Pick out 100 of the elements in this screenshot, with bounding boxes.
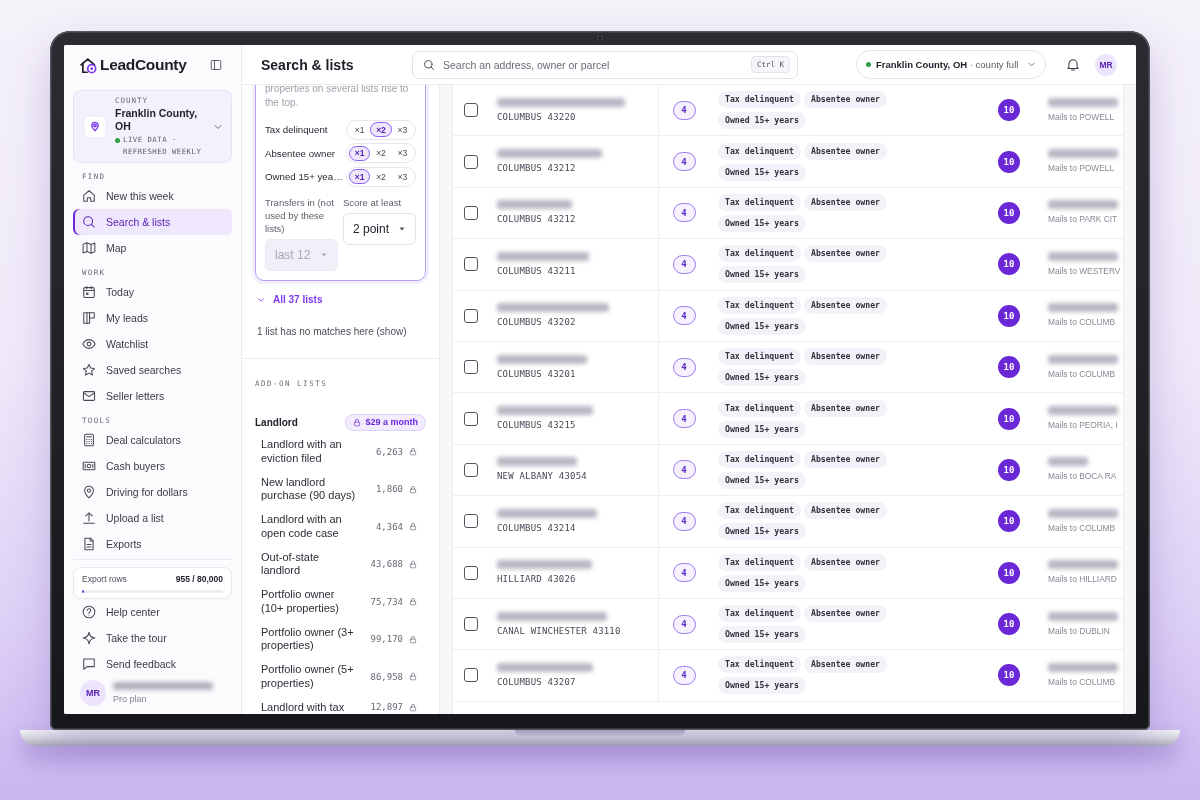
board-icon — [82, 311, 96, 325]
search-input[interactable]: Search an address, owner or parcel — [443, 58, 743, 71]
weight-option[interactable]: ×1 — [349, 169, 371, 184]
tag-chip: Owned 15+ years — [718, 369, 806, 387]
nav-item[interactable]: Saved searches — [73, 357, 232, 383]
list-count-badge: 4 — [672, 306, 696, 326]
row-checkbox[interactable] — [464, 308, 478, 323]
weight-option[interactable]: ×1 — [349, 145, 371, 161]
all-lists-link[interactable]: All 37 lists — [255, 292, 323, 307]
city-zip: COLUMBUS 43212 — [497, 214, 577, 226]
tag-chip: Absentee owner — [804, 553, 888, 571]
city-zip: NEW ALBANY 43054 — [497, 471, 588, 483]
export-rows-label: Export rows — [82, 573, 127, 585]
location-pin-icon — [82, 485, 96, 499]
tag-chip: Owned 15+ years — [718, 574, 806, 592]
user-avatar[interactable]: MR — [80, 680, 106, 706]
help-icon — [82, 605, 96, 619]
tag-chip: Owned 15+ years — [718, 523, 806, 541]
score-select[interactable]: 2 point — [343, 212, 416, 245]
city-zip: COLUMBUS 43202 — [497, 317, 577, 329]
score-badge: 10 — [998, 613, 1020, 636]
nav-item[interactable]: Today — [73, 279, 232, 305]
filter-description: properties on several lists rise to the top. — [265, 85, 410, 110]
nav-item[interactable]: Exports — [73, 531, 232, 557]
weight-option[interactable]: ×3 — [391, 145, 413, 161]
blurred-owner-name — [1048, 457, 1088, 467]
calendar-icon — [82, 285, 96, 299]
weight-option[interactable]: ×3 — [391, 169, 413, 184]
home-icon — [82, 189, 96, 203]
weight-option[interactable]: ×1 — [349, 122, 371, 137]
weight-option[interactable]: ×2 — [370, 122, 392, 137]
list-name: Portfolio owner (3+ properties) — [261, 625, 355, 653]
score-badge: 10 — [998, 356, 1020, 379]
location-pin-icon — [84, 115, 106, 138]
nav-item[interactable]: Help center — [73, 599, 232, 625]
list-name: Tax delinquent — [265, 124, 328, 135]
row-checkbox[interactable] — [464, 462, 478, 477]
blurred-owner-name — [1048, 251, 1118, 261]
row-checkbox[interactable] — [464, 411, 478, 426]
tag-chip: Owned 15+ years — [718, 677, 806, 695]
list-count-badge: 4 — [672, 357, 696, 377]
search-icon — [82, 215, 96, 229]
tag-chip: Owned 15+ years — [718, 214, 806, 232]
row-checkbox[interactable] — [464, 668, 478, 683]
score-badge: 10 — [998, 561, 1020, 584]
list-count-badge: 4 — [672, 203, 696, 223]
nav-item[interactable]: Seller letters — [73, 383, 232, 409]
status-dot-icon — [866, 62, 871, 67]
map-icon — [82, 241, 96, 255]
nav-item[interactable]: My leads — [73, 305, 232, 331]
county-selector[interactable]: Franklin County, OH · county full — [856, 50, 1046, 79]
nav-item[interactable]: Deal calculators — [73, 427, 232, 453]
row-checkbox[interactable] — [464, 257, 478, 272]
bell-icon[interactable] — [1066, 57, 1080, 72]
list-name: Portfolio owner (10+ properties) — [261, 588, 340, 615]
score-badge: 10 — [998, 253, 1020, 276]
row-checkbox[interactable] — [464, 565, 478, 580]
row-checkbox[interactable] — [464, 514, 478, 529]
list-name: Landlord with tax — [261, 700, 346, 714]
city-zip: CANAL WINCHESTER 43110 — [497, 625, 622, 637]
row-checkbox[interactable] — [464, 154, 478, 169]
blurred-owner-name — [1048, 97, 1118, 107]
row-checkbox[interactable] — [464, 617, 478, 632]
nav-item[interactable]: Map — [73, 235, 232, 261]
city-zip: HILLIARD 43026 — [497, 574, 577, 586]
list-count: 99,170 — [369, 634, 403, 644]
transfers-label: Transfers in (not used by these lists) — [265, 195, 335, 235]
weight-option[interactable]: ×3 — [391, 122, 413, 137]
sparkle-icon — [82, 631, 96, 645]
row-checkbox[interactable] — [464, 360, 478, 375]
list-name: Absentee owner — [265, 147, 335, 159]
nav-item[interactable]: Watchlist — [73, 331, 232, 357]
nav-item[interactable]: Take the tour — [73, 625, 232, 651]
list-count-badge: 4 — [672, 152, 696, 172]
nav-item[interactable]: New this week — [73, 183, 232, 209]
chevron-down-icon — [1027, 60, 1036, 69]
tag-chip: Owned 15+ years — [718, 112, 806, 130]
nav-item[interactable]: Upload a list — [73, 505, 232, 531]
upload-icon — [82, 511, 96, 525]
price-badge: $29 a month — [345, 413, 426, 431]
score-badge: 10 — [998, 201, 1020, 224]
tag-chip: Absentee owner — [804, 91, 888, 109]
mailing-city: Mails to COLUMB — [1048, 317, 1116, 329]
status-dot-icon — [115, 137, 120, 143]
nav-item[interactable]: Send feedback — [73, 651, 232, 677]
chat-bubble-icon — [82, 657, 96, 671]
nav-item[interactable]: Search & lists — [73, 209, 232, 235]
row-checkbox[interactable] — [464, 205, 478, 220]
nav-item[interactable]: Driving for dollars — [73, 479, 232, 505]
weight-option[interactable]: ×2 — [370, 169, 392, 184]
logo-icon — [80, 56, 97, 74]
user-avatar[interactable]: MR — [1095, 53, 1117, 76]
list-count: 75,734 — [369, 596, 403, 607]
tag-chip: Tax delinquent — [718, 450, 801, 468]
weight-option[interactable]: ×2 — [370, 145, 392, 161]
nav-item[interactable]: Cash buyers — [73, 453, 232, 479]
row-checkbox[interactable] — [464, 103, 478, 118]
sidebar-toggle-icon[interactable] — [210, 59, 222, 71]
tag-chip: Tax delinquent — [718, 348, 801, 366]
camera-dot-icon — [597, 35, 603, 41]
